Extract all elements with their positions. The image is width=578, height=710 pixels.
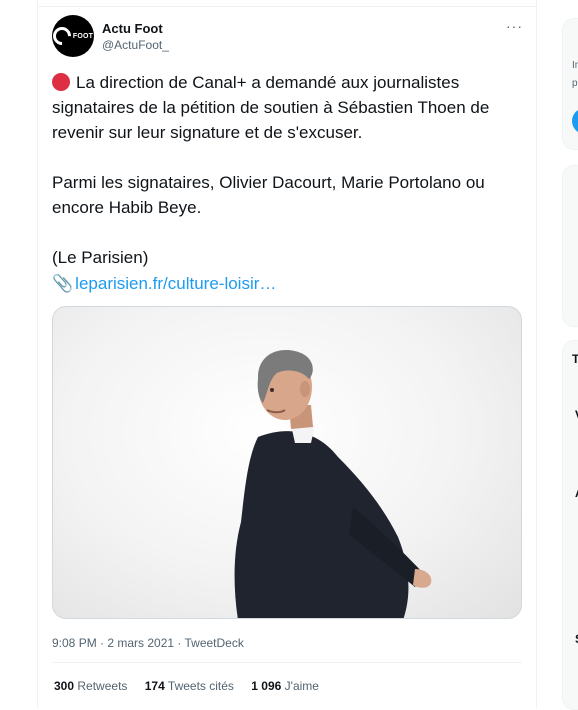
- link-row: 📎 leparisien.fr/culture-loisir…: [52, 271, 276, 296]
- sidebar-fragment: In: [572, 60, 578, 71]
- author-handle[interactable]: @ActuFoot_: [102, 38, 169, 52]
- likes-label: J'aime: [284, 679, 319, 693]
- tweet-paragraph-2: Parmi les signataires, Olivier Dacourt, …: [52, 173, 485, 217]
- tweet-paragraph-3: (Le Parisien): [52, 248, 149, 267]
- likes-count: 1 096: [251, 679, 282, 693]
- author-name[interactable]: Actu Foot: [102, 21, 163, 36]
- article-link[interactable]: leparisien.fr/culture-loisir…: [75, 274, 276, 293]
- more-options-icon[interactable]: ···: [506, 18, 523, 34]
- paperclip-icon: 📎: [52, 274, 74, 293]
- tweet-text: La direction de Canal+ a demandé aux jou…: [52, 70, 522, 270]
- sidebar-fragment: p: [572, 78, 578, 89]
- sidebar-fragment: T: [572, 352, 578, 366]
- tweet-card: FOOT Actu Foot @ActuFoot_ ··· La directi…: [37, 0, 537, 708]
- tweet-stats: 300 Retweets 174 Tweets cités 1 096 J'ai…: [54, 679, 333, 693]
- likes-stat[interactable]: 1 096 J'aime: [251, 679, 319, 693]
- quote-tweets-stat[interactable]: 174 Tweets cités: [145, 679, 234, 693]
- red-circle-icon: [52, 73, 70, 91]
- tweet-paragraph-1: La direction de Canal+ a demandé aux jou…: [52, 73, 490, 142]
- logo-ring-icon: [49, 23, 75, 49]
- quote-tweets-count: 174: [144, 679, 165, 693]
- retweets-count: 300: [54, 679, 75, 693]
- sidebar-card-middle[interactable]: [562, 165, 578, 327]
- sidebar-card-trends[interactable]: [562, 340, 578, 710]
- quote-tweets-label: Tweets cités: [167, 679, 234, 693]
- retweets-label: Retweets: [77, 679, 128, 693]
- tweet-timestamp[interactable]: 9:08 PM · 2 mars 2021 · TweetDeck: [52, 636, 244, 650]
- man-in-suit-photo: [234, 350, 432, 618]
- retweets-stat[interactable]: 300 Retweets: [54, 679, 127, 693]
- author-avatar[interactable]: FOOT: [49, 15, 94, 57]
- tweet-photo[interactable]: [52, 306, 522, 619]
- meta-divider: [52, 662, 522, 663]
- avatar-text: FOOT: [72, 32, 94, 40]
